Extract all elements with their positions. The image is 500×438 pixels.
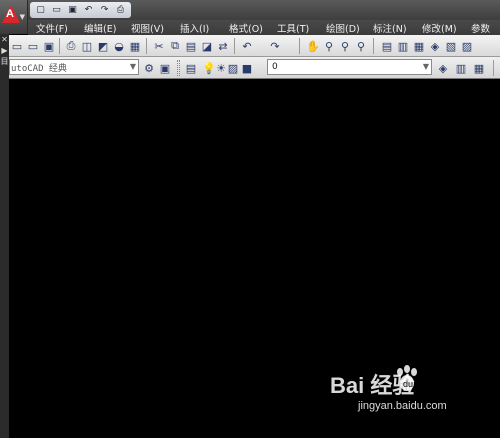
undo-icon[interactable]: ↶ xyxy=(239,38,255,54)
menu-draw[interactable]: 绘图(D) xyxy=(326,21,360,35)
workspace-save-icon[interactable]: ▣ xyxy=(157,60,173,76)
quick-access-toolbar: ▢ ▭ ▣ ↶ ↷ ⎙ xyxy=(30,2,131,18)
menu-view[interactable]: 视图(V) xyxy=(131,21,164,35)
paw-icon: du xyxy=(397,365,417,391)
open-icon[interactable]: ▭ xyxy=(50,3,63,16)
menu-edit[interactable]: 编辑(E) xyxy=(84,21,116,35)
tool-palettes-icon[interactable]: ▦ xyxy=(411,38,427,54)
save-icon[interactable]: ▣ xyxy=(41,38,57,54)
menu-insert[interactable]: 插入(I) xyxy=(180,21,209,35)
chevron-down-icon: ▼ xyxy=(19,13,25,21)
svg-text:du: du xyxy=(403,379,413,389)
plot-icon[interactable]: ⎙ xyxy=(114,3,127,16)
expand-icon[interactable]: ▶ xyxy=(0,45,9,56)
baidu-watermark: Bai 经验 du jingyan.baidu.com xyxy=(330,362,470,418)
3d-dwf-icon[interactable]: ◒ xyxy=(111,38,127,54)
new-icon[interactable]: ▭ xyxy=(9,38,25,54)
markup-icon[interactable]: ▦ xyxy=(127,38,143,54)
workspace-layers-toolbar: utoCAD 经典 ▼ ⚙ ▣ ▤ 💡 ☀ ▨ ■ 0 ▼ ◈ ▥ ▦ xyxy=(9,57,500,79)
chevron-down-icon: ▼ xyxy=(422,62,429,71)
layer-select[interactable]: 0 ▼ xyxy=(267,59,432,75)
cut-icon[interactable]: ✂ xyxy=(151,38,167,54)
layer-previous-icon[interactable]: ▥ xyxy=(453,60,469,76)
panel-icon[interactable]: 目 xyxy=(0,56,9,67)
save-icon[interactable]: ▣ xyxy=(66,3,79,16)
application-menu-button[interactable]: A ▼ xyxy=(0,0,28,34)
menu-format[interactable]: 格式(O) xyxy=(229,21,263,35)
redo-icon[interactable]: ↷ xyxy=(267,38,283,54)
menu-file[interactable]: 文件(F) xyxy=(36,21,68,35)
layer-states-icon[interactable]: ▦ xyxy=(471,60,487,76)
zoom-realtime-icon[interactable]: ⚲ xyxy=(321,38,337,54)
block-editor-icon[interactable]: ⇄ xyxy=(215,38,231,54)
workspace-select[interactable]: utoCAD 经典 ▼ xyxy=(9,59,139,75)
open-icon[interactable]: ▭ xyxy=(25,38,41,54)
workspace-settings-icon[interactable]: ⚙ xyxy=(141,60,157,76)
sheet-set-icon[interactable]: ◈ xyxy=(427,38,443,54)
match-properties-icon[interactable]: ◪ xyxy=(199,38,215,54)
menu-dimension[interactable]: 标注(N) xyxy=(373,21,407,35)
make-current-layer-icon[interactable]: ◈ xyxy=(435,60,451,76)
menu-tools[interactable]: 工具(T) xyxy=(277,21,309,35)
properties-icon[interactable]: ▤ xyxy=(379,38,395,54)
close-icon[interactable]: ✕ xyxy=(0,34,9,45)
undo-icon[interactable]: ↶ xyxy=(82,3,95,16)
plot-icon[interactable]: ⎙ xyxy=(63,38,79,54)
layer-value: 0 xyxy=(272,62,278,72)
chevron-down-icon: ▼ xyxy=(129,62,136,71)
layer-properties-icon[interactable]: ▤ xyxy=(183,60,199,76)
menu-bar: 文件(F) 编辑(E) 视图(V) 插入(I) 格式(O) 工具(T) 绘图(D… xyxy=(28,20,500,35)
design-center-icon[interactable]: ▥ xyxy=(395,38,411,54)
workspace-value: utoCAD 经典 xyxy=(11,64,67,74)
pan-icon[interactable]: ✋ xyxy=(305,38,321,54)
watermark-url: jingyan.baidu.com xyxy=(358,400,447,412)
menu-modify[interactable]: 修改(M) xyxy=(422,21,457,35)
menu-parametric[interactable]: 参数 xyxy=(471,21,490,35)
left-dock-strip: ✕ ▶ 目 xyxy=(0,34,9,438)
markup-set-icon[interactable]: ▧ xyxy=(443,38,459,54)
copy-icon[interactable]: ⧉ xyxy=(167,38,183,54)
preview-icon[interactable]: ◫ xyxy=(79,38,95,54)
redo-icon[interactable]: ↷ xyxy=(98,3,111,16)
layer-color-icon: ■ xyxy=(241,61,253,75)
paste-icon[interactable]: ▤ xyxy=(183,38,199,54)
new-icon[interactable]: ▢ xyxy=(34,3,47,16)
zoom-previous-icon[interactable]: ⚲ xyxy=(353,38,369,54)
quickcalc-icon[interactable]: ▨ xyxy=(459,38,475,54)
zoom-window-icon[interactable]: ⚲ xyxy=(337,38,353,54)
standard-toolbar: ▭ ▭ ▣ ⎙ ◫ ◩ ◒ ▦ ✂ ⧉ ▤ ◪ ⇄ ↶ ↷ ✋ ⚲ ⚲ ⚲ ▤ … xyxy=(9,35,500,57)
publish-icon[interactable]: ◩ xyxy=(95,38,111,54)
